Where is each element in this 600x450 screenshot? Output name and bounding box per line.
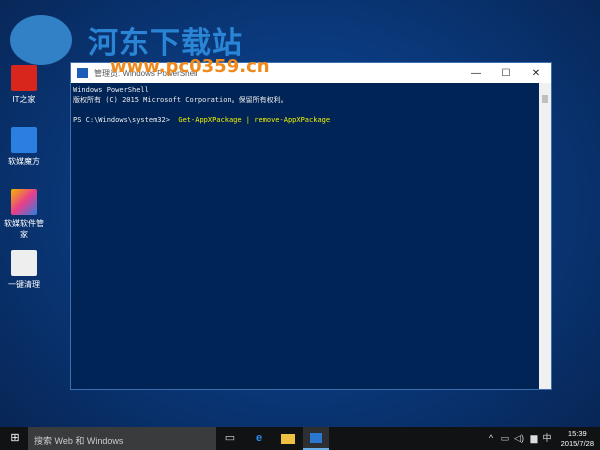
- minimize-button[interactable]: —: [461, 68, 491, 79]
- prompt-line: PS C:\Windows\system32> Get-AppXPackage …: [73, 115, 537, 125]
- start-button[interactable]: ⊞: [8, 432, 22, 445]
- ithome-icon: [11, 65, 37, 91]
- desktop-icon-software-manager[interactable]: 软媒软件管家: [2, 189, 46, 240]
- powershell-icon: [77, 68, 88, 78]
- prompt: PS C:\Windows\system32>: [73, 116, 170, 124]
- desktop-icon-cleanup[interactable]: 一键清理: [2, 250, 46, 290]
- file-explorer-icon[interactable]: [281, 434, 295, 444]
- icon-label: 软媒软件管家: [4, 219, 44, 239]
- window-title: 管理员: Windows PowerShell: [94, 68, 198, 78]
- taskbar: ⊞ 搜索 Web 和 Windows ▭ e ^ ▭ ◁) ▆ 中 15:39 2…: [0, 427, 600, 450]
- powershell-taskbar-button[interactable]: [303, 427, 329, 450]
- desktop-icon-ithome[interactable]: IT之家: [2, 65, 46, 105]
- action-center-icon[interactable]: ▆: [527, 432, 541, 445]
- mofang-icon: [11, 127, 37, 153]
- console-line: Windows PowerShell: [73, 86, 149, 94]
- powershell-icon: [310, 433, 322, 443]
- scrollbar-thumb[interactable]: [542, 95, 548, 103]
- watermark-logo: [10, 15, 72, 65]
- chevron-up-icon[interactable]: ^: [484, 432, 498, 445]
- close-button[interactable]: ✕: [521, 68, 551, 79]
- edge-icon[interactable]: e: [252, 432, 266, 445]
- maximize-button[interactable]: ☐: [491, 68, 521, 79]
- clock[interactable]: 15:39 2015/7/28: [561, 429, 594, 449]
- cleanup-icon: [11, 250, 37, 276]
- ime-indicator[interactable]: 中: [540, 432, 554, 445]
- icon-label: 软媒魔方: [8, 157, 40, 166]
- scrollbar[interactable]: [539, 83, 551, 389]
- command: Get-AppXPackage | remove-AppXPackage: [178, 116, 331, 124]
- software-manager-icon: [11, 189, 37, 215]
- network-icon[interactable]: ▭: [498, 432, 512, 445]
- task-view-icon[interactable]: ▭: [223, 432, 237, 445]
- icon-label: IT之家: [12, 95, 36, 104]
- console-line: 版权所有 (C) 2015 Microsoft Corporation。保留所有…: [73, 96, 288, 104]
- icon-label: 一键清理: [8, 280, 40, 289]
- watermark-text: 河东下载站: [88, 26, 243, 61]
- powershell-window: 管理员: Windows PowerShell — ☐ ✕ Windows Powe…: [70, 62, 552, 390]
- volume-icon[interactable]: ◁): [512, 432, 526, 445]
- time: 15:39: [567, 429, 587, 438]
- desktop-icon-mofang[interactable]: 软媒魔方: [2, 127, 46, 167]
- date: 2015/7/28: [560, 439, 594, 448]
- console-output[interactable]: Windows PowerShell 版权所有 (C) 2015 Microso…: [71, 83, 539, 389]
- title-bar[interactable]: 管理员: Windows PowerShell — ☐ ✕: [71, 63, 551, 83]
- search-box[interactable]: 搜索 Web 和 Windows: [28, 427, 216, 450]
